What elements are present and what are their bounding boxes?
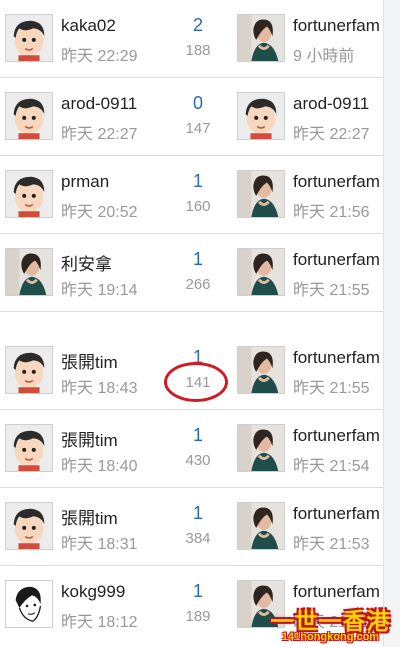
author-name[interactable]: arod-0911 xyxy=(61,94,137,114)
last-poster-avatar[interactable] xyxy=(237,502,285,550)
last-poster-name[interactable]: fortunerfam xyxy=(293,504,383,524)
post-time: 昨天 18:12 xyxy=(61,614,138,631)
thread-row[interactable]: kaka02 昨天 22:29 2 188 fortunerfam 9 小時前 xyxy=(0,0,383,78)
view-count: 189 xyxy=(185,608,211,625)
post-time: 昨天 22:29 xyxy=(61,48,138,65)
author-name[interactable]: 張開tim xyxy=(61,348,118,373)
post-time: 昨天 18:43 xyxy=(61,380,138,397)
thread-row[interactable]: arod-0911 昨天 22:27 0 147 arod-0911 昨天 22… xyxy=(0,78,383,156)
last-poster-name[interactable]: fortunerfam xyxy=(293,426,383,446)
author-avatar[interactable] xyxy=(5,170,53,218)
thread-row[interactable]: kokg999 昨天 18:12 1 189 fortunerfam 昨天 21… xyxy=(0,566,383,644)
thread-row[interactable]: 張開tim 昨天 18:31 1 384 fortunerfam 昨天 21:5… xyxy=(0,488,383,566)
last-post-time[interactable]: 昨天 22:27 xyxy=(293,120,383,144)
author-avatar[interactable] xyxy=(5,248,53,296)
thread-row[interactable]: 利安拿 昨天 19:14 1 266 fortunerfam 昨天 21:55 xyxy=(0,234,383,312)
author-avatar[interactable] xyxy=(5,14,53,62)
last-poster-avatar[interactable] xyxy=(237,14,285,62)
reply-count: 1 xyxy=(192,171,203,191)
author-name[interactable]: 利安拿 xyxy=(61,250,112,275)
last-poster-name[interactable]: fortunerfam xyxy=(293,16,383,36)
reply-count: 1 xyxy=(192,425,203,445)
last-poster-name[interactable]: fortunerfam xyxy=(293,250,383,270)
last-poster-name[interactable]: arod-0911 xyxy=(293,94,383,114)
view-count: 160 xyxy=(185,198,211,215)
post-time: 昨天 18:40 xyxy=(61,458,138,475)
post-time: 昨天 19:14 xyxy=(61,282,138,299)
last-post-time[interactable]: 昨天 21:56 xyxy=(293,198,383,222)
thread-row[interactable]: 張開tim 昨天 18:43 1 141 fortunerfam 昨天 21:5… xyxy=(0,332,383,410)
view-count: 430 xyxy=(185,452,211,469)
last-poster-avatar[interactable] xyxy=(237,424,285,472)
last-poster-avatar[interactable] xyxy=(237,170,285,218)
author-avatar[interactable] xyxy=(5,346,53,394)
reply-count: 1 xyxy=(192,249,203,269)
author-name[interactable]: kokg999 xyxy=(61,582,125,602)
reply-count: 1 xyxy=(192,503,203,523)
author-avatar[interactable] xyxy=(5,92,53,140)
last-poster-avatar[interactable] xyxy=(237,248,285,296)
last-post-time[interactable]: 昨天 21:54 xyxy=(293,452,383,476)
reply-count: 1 xyxy=(192,581,203,601)
reply-count: 1 xyxy=(192,347,203,367)
author-name[interactable]: kaka02 xyxy=(61,16,116,36)
view-count: 147 xyxy=(185,120,211,137)
thread-list: kaka02 昨天 22:29 2 188 fortunerfam 9 小時前 … xyxy=(0,0,383,647)
author-name[interactable]: 張開tim xyxy=(61,426,118,451)
author-name[interactable]: 張開tim xyxy=(61,504,118,529)
last-poster-name[interactable]: fortunerfam xyxy=(293,172,383,192)
last-poster-name[interactable]: fortunerfam xyxy=(293,348,383,368)
author-name[interactable]: prman xyxy=(61,172,109,192)
thread-row[interactable]: 張開tim 昨天 18:40 1 430 fortunerfam 昨天 21:5… xyxy=(0,410,383,488)
author-avatar[interactable] xyxy=(5,424,53,472)
last-post-time[interactable]: 9 小時前 xyxy=(293,42,383,66)
author-avatar[interactable] xyxy=(5,502,53,550)
last-poster-avatar[interactable] xyxy=(237,92,285,140)
view-count: 141 xyxy=(185,374,211,391)
author-avatar[interactable] xyxy=(5,580,53,628)
last-poster-avatar[interactable] xyxy=(237,346,285,394)
last-post-time[interactable]: 昨天 21:53 xyxy=(293,530,383,554)
post-time: 昨天 18:31 xyxy=(61,536,138,553)
last-post-time[interactable]: 昨天 21:55 xyxy=(293,276,383,300)
last-poster-name[interactable]: fortunerfam xyxy=(293,582,383,602)
reply-count: 0 xyxy=(192,93,203,113)
last-poster-avatar[interactable] xyxy=(237,580,285,628)
post-time: 昨天 20:52 xyxy=(61,204,138,221)
last-post-time[interactable]: 昨天 21:52 xyxy=(293,608,383,632)
view-count: 188 xyxy=(185,42,211,59)
view-count: 384 xyxy=(185,530,211,547)
reply-count: 2 xyxy=(192,15,203,35)
scrollbar[interactable] xyxy=(383,0,400,647)
thread-row[interactable]: prman 昨天 20:52 1 160 fortunerfam 昨天 21:5… xyxy=(0,156,383,234)
post-time: 昨天 22:27 xyxy=(61,126,138,143)
last-post-time[interactable]: 昨天 21:55 xyxy=(293,374,383,398)
view-count: 266 xyxy=(185,276,211,293)
